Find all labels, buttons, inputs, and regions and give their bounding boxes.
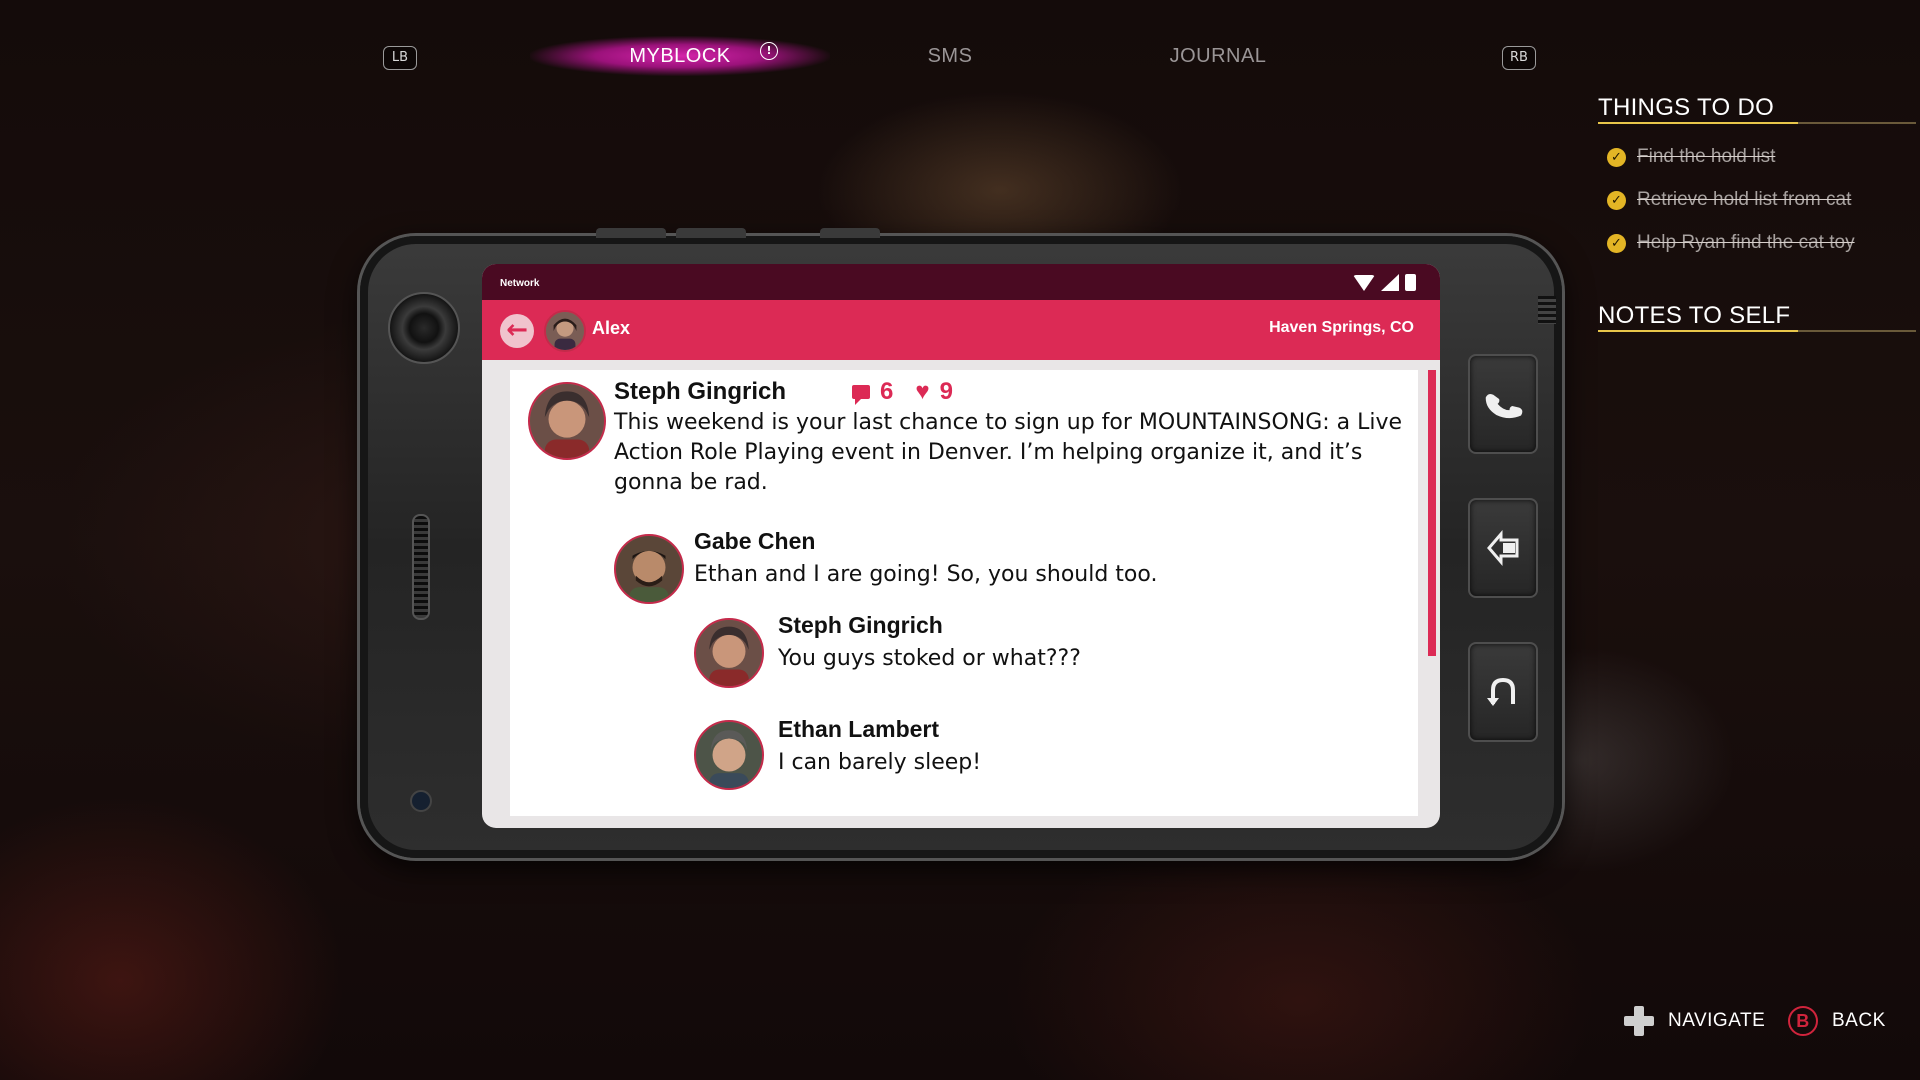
app-bar: ← Alex Haven Springs, CO	[482, 300, 1440, 360]
back-hint[interactable]: B BACK	[1788, 1006, 1886, 1036]
todo-item: ✓ Retrieve hold list from cat	[1607, 189, 1851, 211]
notes-divider	[1598, 330, 1916, 332]
todo-text: Help Ryan find the cat toy	[1637, 232, 1855, 253]
wifi-icon	[1353, 275, 1375, 291]
reply-author[interactable]: Steph Gingrich	[778, 612, 943, 639]
reply-text: I can barely sleep!	[778, 750, 982, 775]
post-text: This weekend is your last chance to sign…	[614, 410, 1403, 495]
todo-item: ✓ Find the hold list	[1607, 146, 1775, 168]
todo-text: Find the hold list	[1637, 146, 1776, 167]
phone-device: Network ← Alex Haven Springs, CO Steph G…	[360, 228, 1562, 858]
select-button[interactable]	[1468, 498, 1538, 598]
location-label: Haven Springs, CO	[1269, 319, 1414, 336]
navigate-hint: NAVIGATE	[1624, 1006, 1765, 1036]
feed-panel: Steph Gingrich 6 ♥ 9 This weekend is you…	[510, 370, 1418, 816]
feed-scrollbar[interactable]	[1428, 370, 1436, 656]
lb-button-icon[interactable]: LB	[383, 46, 417, 70]
check-icon: ✓	[1607, 147, 1626, 167]
navigate-label: NAVIGATE	[1668, 1010, 1766, 1031]
todo-item: ✓ Help Ryan find the cat toy	[1607, 232, 1855, 254]
battery-icon	[1405, 274, 1416, 291]
back-label: BACK	[1832, 1010, 1886, 1031]
reply-author[interactable]: Ethan Lambert	[778, 716, 939, 743]
todo-divider	[1598, 122, 1916, 124]
ethan-avatar	[694, 720, 764, 790]
network-label: Network	[500, 278, 540, 289]
b-button-icon: B	[1788, 1006, 1818, 1036]
camera-lens-icon	[388, 292, 460, 364]
notes-to-self-title: NOTES TO SELF	[1598, 302, 1791, 329]
comment-count: 6	[880, 378, 894, 405]
status-bar: Network	[482, 264, 1440, 300]
tab-journal[interactable]: JOURNAL	[1148, 36, 1288, 76]
signal-icon	[1381, 274, 1399, 291]
speaker-grille	[412, 514, 430, 620]
phone-screen: Network ← Alex Haven Springs, CO Steph G…	[482, 264, 1440, 828]
check-icon: ✓	[1607, 233, 1626, 253]
todo-text: Retrieve hold list from cat	[1637, 189, 1852, 210]
user-avatar	[544, 310, 586, 352]
sensor-icon	[410, 790, 432, 812]
comment-icon[interactable]	[852, 385, 870, 405]
dpad-icon	[1624, 1006, 1654, 1036]
reply-text: You guys stoked or what???	[778, 646, 1081, 671]
phone-side-notch	[1538, 296, 1556, 324]
like-count: 9	[939, 378, 953, 405]
select-icon	[1487, 529, 1519, 567]
heart-icon[interactable]: ♥	[915, 380, 929, 404]
tab-myblock[interactable]: MYBLOCK	[530, 36, 830, 76]
post-author[interactable]: Steph Gingrich	[614, 378, 786, 406]
phone-top-button	[820, 228, 880, 238]
post-stats: 6 ♥ 9	[852, 378, 953, 406]
steph-avatar	[528, 382, 606, 460]
back-button[interactable]	[1468, 642, 1538, 742]
reply-author[interactable]: Gabe Chen	[694, 528, 815, 555]
phone-top-button	[596, 228, 666, 238]
gabe-avatar	[614, 534, 684, 604]
rb-button-icon[interactable]: RB	[1502, 46, 1536, 70]
reply-text: Ethan and I are going! So, you should to…	[694, 562, 1158, 587]
current-user-name: Alex	[592, 318, 631, 338]
things-to-do-title: THINGS TO DO	[1598, 94, 1775, 121]
alert-icon: !	[760, 42, 778, 60]
back-arrow-icon[interactable]: ←	[500, 314, 534, 348]
undo-icon	[1487, 677, 1515, 706]
call-button[interactable]	[1468, 354, 1538, 454]
tab-sms[interactable]: SMS	[880, 36, 1020, 76]
phone-top-button	[676, 228, 746, 238]
phone-icon	[1485, 394, 1523, 419]
steph-reply-avatar	[694, 618, 764, 688]
check-icon: ✓	[1607, 190, 1626, 210]
